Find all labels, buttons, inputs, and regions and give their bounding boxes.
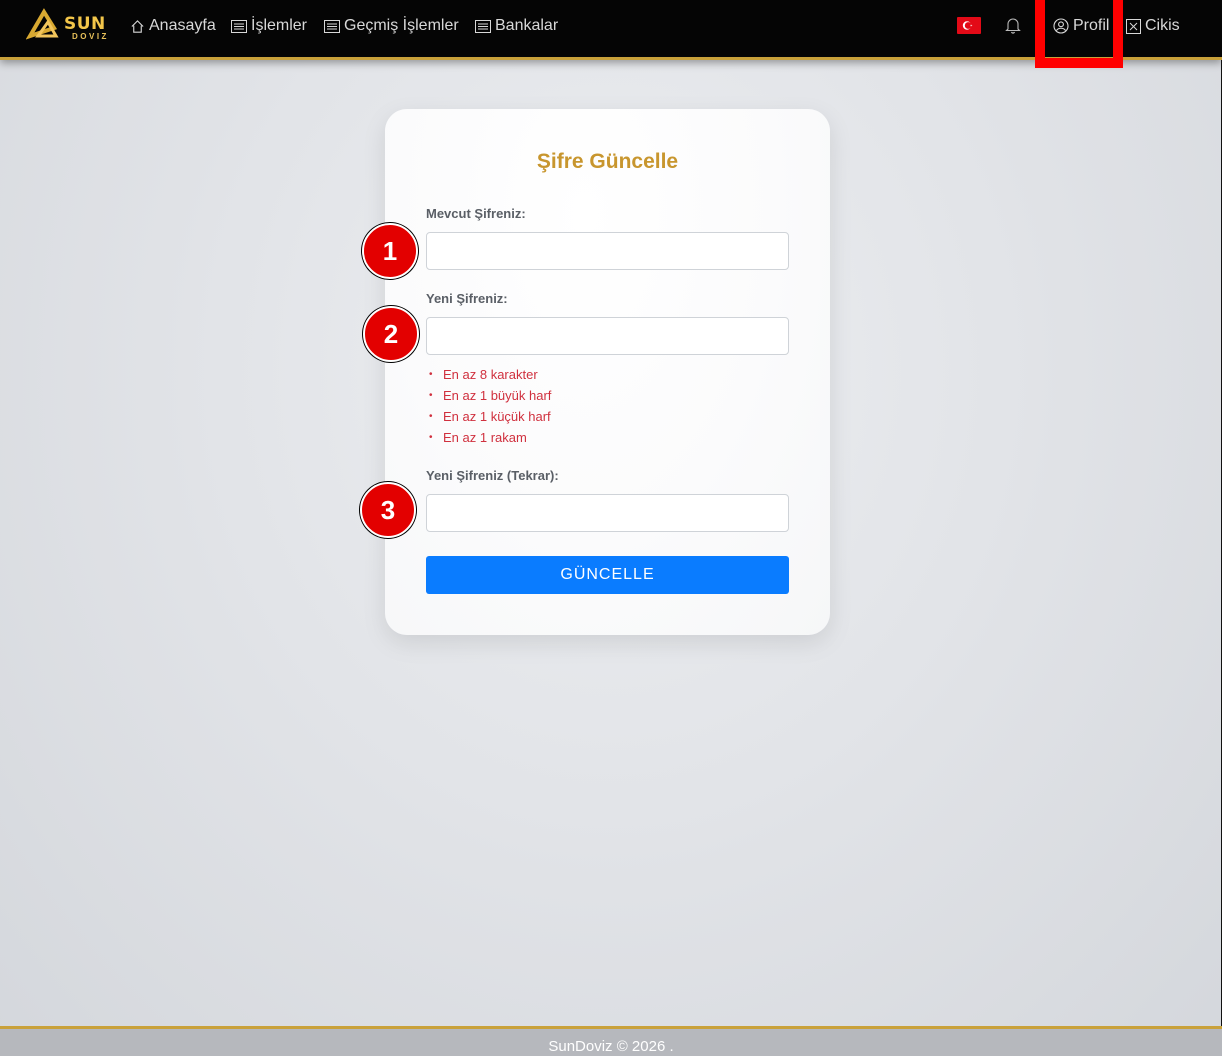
crescent-star-icon: [962, 21, 973, 30]
footer-text: SunDoviz © 2026 .: [548, 1038, 674, 1055]
turkey-flag-icon[interactable]: [957, 17, 981, 34]
home-icon: [131, 19, 144, 33]
update-button[interactable]: GÜNCELLE: [426, 556, 789, 594]
rule-digit: • En az 1 rakam: [429, 427, 551, 448]
new-password-input[interactable]: [426, 317, 789, 355]
bullet-icon: •: [429, 410, 433, 422]
page-footer: SunDoviz © 2026 .: [0, 1026, 1222, 1056]
nav-gecmis-islemler[interactable]: Geçmiş İşlemler: [324, 16, 459, 36]
rule-text: En az 1 rakam: [443, 429, 527, 445]
logo-text-main: SUN: [64, 14, 106, 34]
page-title: Şifre Güncelle: [536, 150, 679, 173]
profile-highlight-box: [1035, 0, 1123, 68]
current-password-input[interactable]: [426, 232, 789, 270]
password-rules-list: • En az 8 karakter • En az 1 büyük harf • E…: [429, 364, 551, 448]
nav-islemler-label: İşlemler: [251, 17, 308, 34]
nav-islemler[interactable]: İşlemler: [231, 16, 307, 36]
nav-bankalar[interactable]: Bankalar: [475, 16, 558, 36]
rule-text: En az 8 karakter: [443, 366, 538, 382]
password-update-card: Şifre Güncelle Mevcut Şifreniz: Yeni Şif…: [385, 109, 830, 635]
bullet-icon: •: [429, 431, 433, 443]
nav-anasayfa[interactable]: Anasayfa: [130, 16, 216, 36]
current-password-label: Mevcut Şifreniz:: [426, 206, 526, 221]
confirm-password-input[interactable]: [426, 494, 789, 532]
bell-icon[interactable]: [1005, 16, 1021, 39]
bullet-icon: •: [429, 389, 433, 401]
rule-text: En az 1 küçük harf: [443, 408, 551, 424]
step-badge-2: 2: [363, 306, 419, 362]
new-password-label: Yeni Şifreniz:: [426, 291, 508, 306]
bell-shape: [1005, 18, 1021, 34]
step-badge-1: 1: [362, 223, 418, 279]
brand-logo[interactable]: SUN DOVIZ: [25, 6, 106, 42]
bullet-icon: •: [429, 368, 433, 380]
close-box-icon: [1126, 18, 1141, 34]
step-badge-3: 3: [360, 482, 416, 538]
logo-triangle-icon: [25, 8, 59, 40]
nav-cikis-label: Cikis: [1145, 17, 1180, 34]
nav-anasayfa-label: Anasayfa: [149, 17, 216, 34]
rule-min-length: • En az 8 karakter: [429, 364, 551, 385]
nav-bankalar-label: Bankalar: [495, 17, 559, 34]
list-icon: [475, 19, 491, 33]
rule-lowercase: • En az 1 küçük harf: [429, 406, 551, 427]
rule-text: En az 1 büyük harf: [443, 387, 552, 403]
nav-gecmis-islemler-label: Geçmiş İşlemler: [344, 17, 459, 34]
logo-text-sub: DOVIZ: [72, 32, 109, 41]
confirm-password-label: Yeni Şifreniz (Tekrar):: [426, 468, 559, 483]
rule-uppercase: • En az 1 büyük harf: [429, 385, 551, 406]
nav-cikis[interactable]: Cikis: [1126, 16, 1180, 36]
list-icon: [231, 19, 247, 33]
list-icon: [324, 19, 340, 33]
